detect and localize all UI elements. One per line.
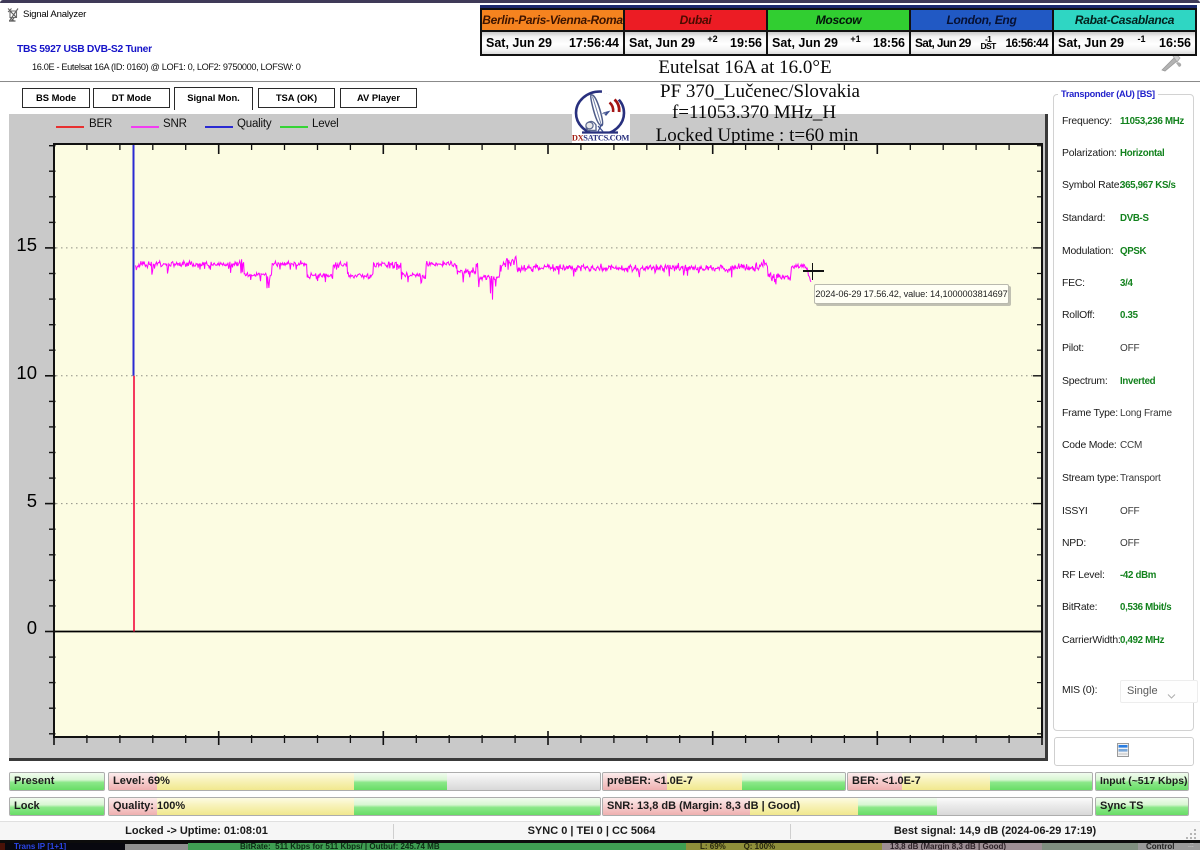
svg-text:DXSATCS.COM: DXSATCS.COM bbox=[572, 134, 630, 143]
